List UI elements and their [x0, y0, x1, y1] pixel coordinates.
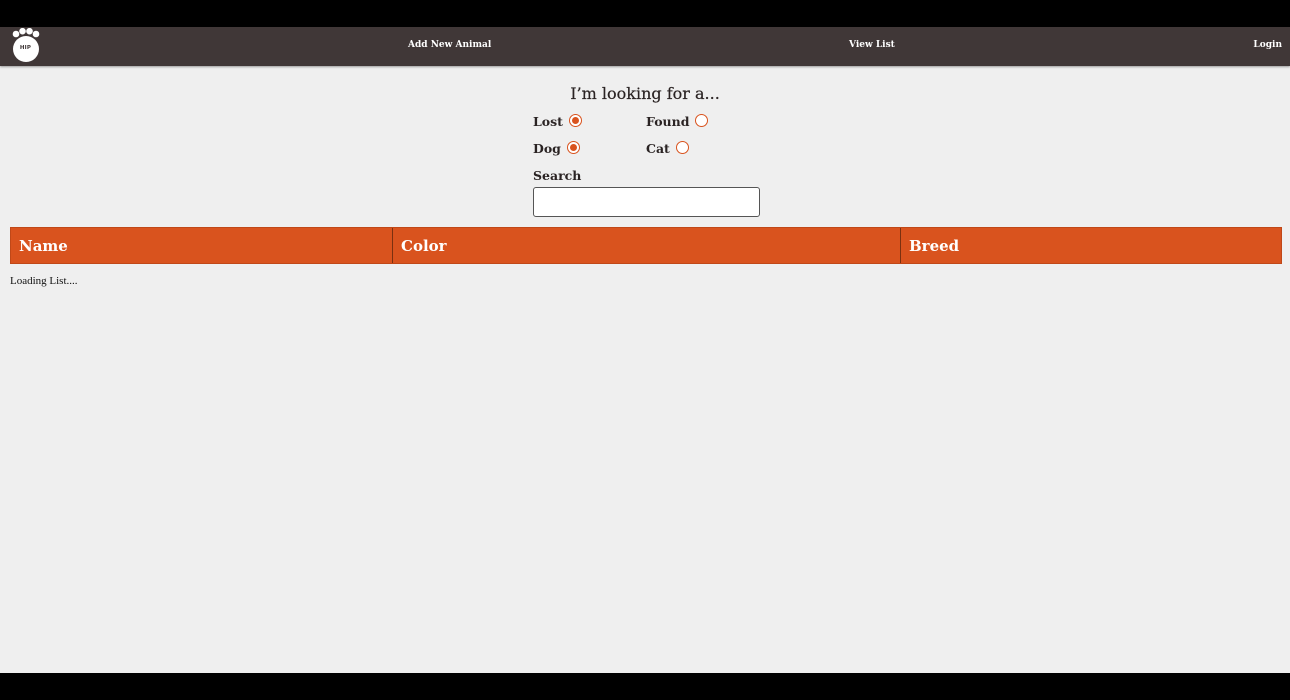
radio-option-cat[interactable]: Cat: [646, 141, 689, 156]
search-heading: I’m looking for a...: [570, 84, 720, 103]
radio-option-dog[interactable]: Dog: [533, 141, 580, 156]
radio-lost[interactable]: [568, 114, 582, 127]
column-header-name[interactable]: Name: [11, 228, 393, 263]
nav-add-new-animal[interactable]: Add New Animal: [408, 40, 491, 50]
app-frame: HIP Add New Animal View List Login I’m l…: [0, 27, 1290, 673]
nav-view-list[interactable]: View List: [849, 40, 895, 50]
logo-text: HIP: [19, 45, 32, 51]
radio-label-found: Found: [646, 114, 690, 129]
radio-label-lost: Lost: [533, 114, 563, 129]
table-header: Name Color Breed: [10, 227, 1282, 264]
nav-login[interactable]: Login: [1253, 40, 1282, 50]
radio-option-found[interactable]: Found: [646, 114, 709, 129]
radio-cat[interactable]: [675, 141, 689, 154]
radio-dog[interactable]: [566, 141, 580, 154]
radio-label-dog: Dog: [533, 141, 561, 156]
column-header-color[interactable]: Color: [393, 228, 901, 263]
radio-label-cat: Cat: [646, 141, 670, 156]
top-navbar: HIP Add New Animal View List Login: [0, 27, 1290, 66]
search-input[interactable]: [533, 187, 760, 217]
column-header-breed[interactable]: Breed: [901, 228, 1281, 263]
loading-status: Loading List....: [10, 275, 78, 287]
search-label: Search: [533, 168, 582, 183]
radio-found[interactable]: [695, 114, 709, 127]
paw-logo-icon[interactable]: HIP: [10, 27, 42, 64]
radio-option-lost[interactable]: Lost: [533, 114, 582, 129]
